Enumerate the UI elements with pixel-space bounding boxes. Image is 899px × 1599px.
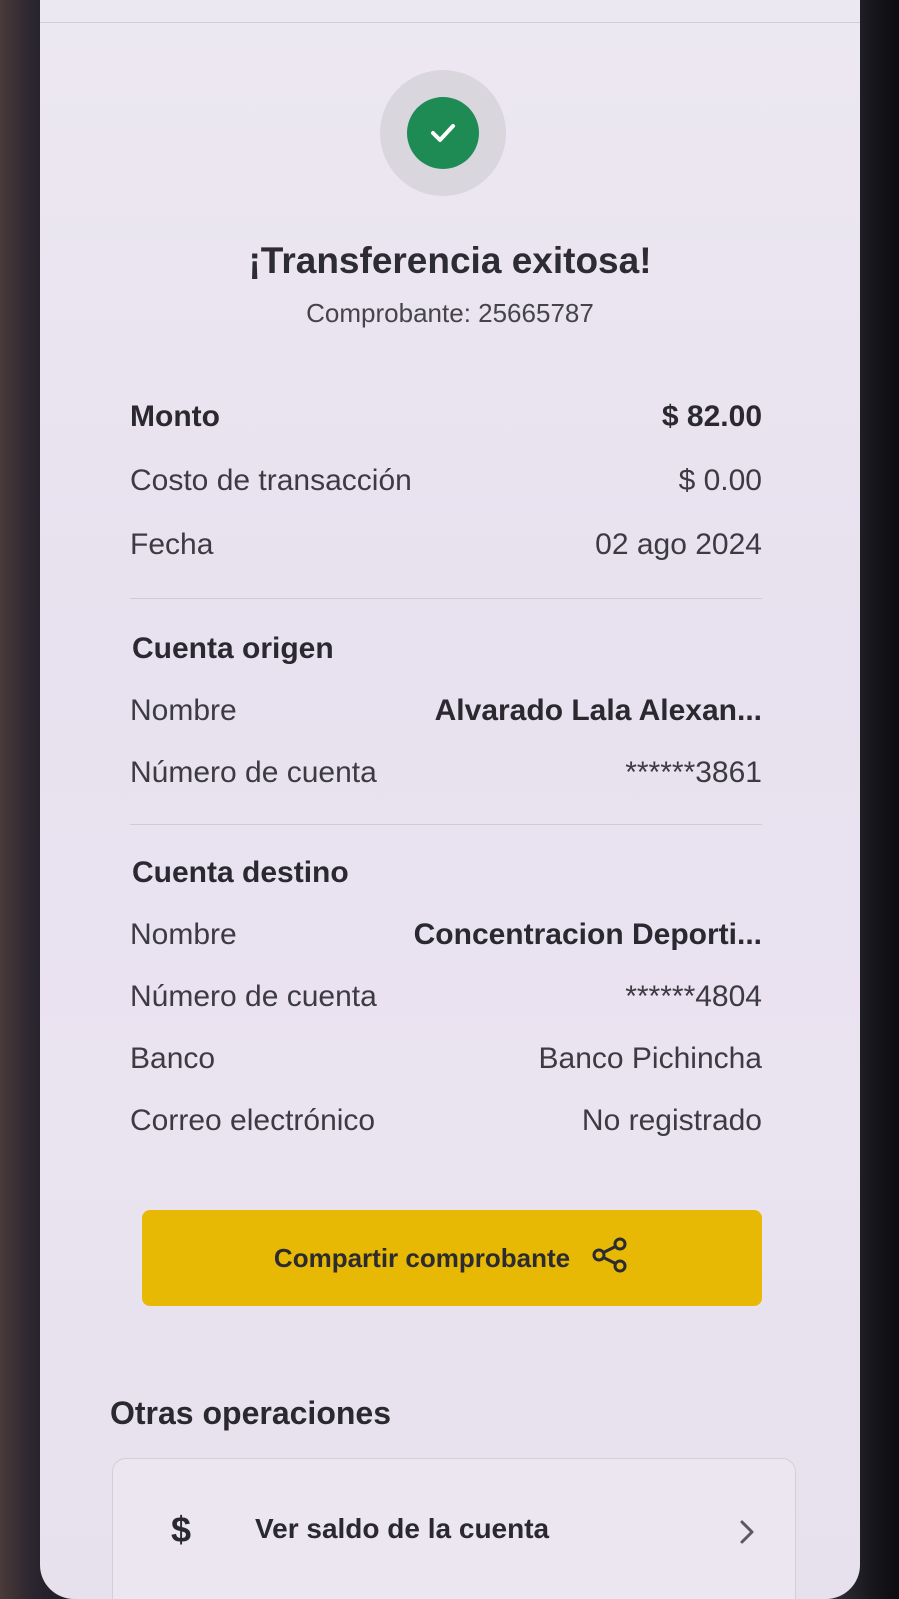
page-title: ¡Transferencia exitosa! <box>248 240 652 281</box>
view-balance-label: Ver saldo de la cuenta <box>255 1513 550 1544</box>
destination-account-row: Número de cuenta ******4804 <box>130 980 762 1014</box>
date-label: Fecha <box>130 528 214 561</box>
origin-account-value: ******3861 <box>625 756 762 789</box>
destination-account-value: ******4804 <box>625 980 762 1013</box>
amount-label: Monto <box>130 400 220 433</box>
amount-row: Monto $ 82.00 <box>130 400 762 434</box>
destination-email-value: No registrado <box>581 1104 762 1137</box>
section-divider <box>130 824 762 825</box>
share-voucher-label: Compartir comprobante <box>273 1242 571 1273</box>
destination-email-label: Correo electrónico <box>130 1104 376 1137</box>
top-divider <box>40 22 860 23</box>
origin-name-label: Nombre <box>130 694 237 727</box>
destination-bank-row: Banco Banco Pichincha <box>130 1042 762 1076</box>
destination-name-label: Nombre <box>130 918 237 951</box>
date-value: 02 ago 2024 <box>595 528 762 561</box>
cost-label: Costo de transacción <box>130 464 412 497</box>
share-voucher-button[interactable]: Compartir comprobante <box>142 1210 762 1306</box>
cost-row: Costo de transacción $ 0.00 <box>130 464 762 498</box>
destination-account-label: Número de cuenta <box>130 980 377 1013</box>
origin-account-label: Número de cuenta <box>130 756 377 789</box>
origin-account-row: Número de cuenta ******3861 <box>130 756 762 790</box>
destination-name-value: Concentracion Deporti... <box>413 918 762 951</box>
destination-name-row: Nombre Concentracion Deporti... <box>130 918 762 952</box>
date-row: Fecha 02 ago 2024 <box>130 528 762 562</box>
dollar-icon: $ <box>171 1509 192 1550</box>
other-operations-title: Otras operaciones <box>110 1395 391 1431</box>
origin-name-value: Alvarado Lala Alexan... <box>434 694 762 727</box>
origin-name-row: Nombre Alvarado Lala Alexan... <box>130 694 762 728</box>
amount-value: $ 82.00 <box>661 400 762 433</box>
origin-section-title: Cuenta origen <box>132 632 334 665</box>
destination-bank-label: Banco <box>130 1042 216 1075</box>
success-badge <box>380 70 506 196</box>
share-icon <box>590 1235 630 1282</box>
destination-section-title: Cuenta destino <box>132 856 349 889</box>
view-balance-item[interactable]: $ Ver saldo de la cuenta <box>112 1458 796 1599</box>
destination-email-row: Correo electrónico No registrado <box>130 1104 762 1138</box>
chevron-right-icon <box>737 1517 757 1551</box>
success-check-icon <box>407 97 479 169</box>
destination-bank-value: Banco Pichincha <box>538 1042 762 1075</box>
section-divider <box>130 598 762 599</box>
app-screen: ¡Transferencia exitosa! Comprobante: 256… <box>40 0 860 1599</box>
voucher-number: Comprobante: 25665787 <box>306 298 594 328</box>
cost-value: $ 0.00 <box>678 464 762 497</box>
